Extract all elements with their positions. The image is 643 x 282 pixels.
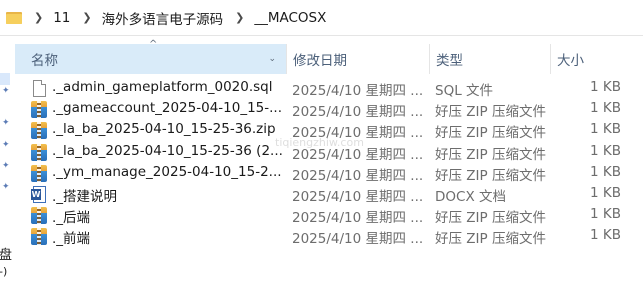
file-list: ._admin_gameplatform_0020.sql 2025/4/10 … <box>15 78 643 248</box>
file-name[interactable]: ._前端 <box>52 227 284 247</box>
file-type: 好压 ZIP 压缩文件 <box>435 231 546 248</box>
file-size: 1 KB <box>590 142 621 159</box>
file-name[interactable]: ._搭建说明 <box>52 185 284 205</box>
breadcrumb-chevron-icon[interactable]: ❯ <box>235 11 244 24</box>
column-header-name-label: 名称 <box>31 53 58 69</box>
pin-icon: ✦ <box>2 182 10 192</box>
word-document-icon <box>31 185 46 203</box>
sql-file-icon <box>33 80 46 97</box>
file-type: 好压 ZIP 压缩文件 <box>435 104 546 121</box>
pin-icon: ✦ <box>2 161 10 171</box>
column-dropdown-chevron-icon[interactable]: ⌄ <box>268 54 276 64</box>
file-type: SQL 文件 <box>435 83 494 99</box>
file-type: 好压 ZIP 压缩文件 <box>435 210 546 227</box>
file-size: 1 KB <box>590 184 621 201</box>
file-row[interactable]: ._ym_manage_2025-04-10_15-2... 2025/4/10… <box>15 163 643 184</box>
file-name[interactable]: ._la_ba_2025-04-10_15-25-36 (2... <box>52 143 284 159</box>
file-row[interactable]: ._前端 2025/4/10 星期四 ... 好压 ZIP 压缩文件 1 KB <box>15 226 643 247</box>
file-type: 好压 ZIP 压缩文件 <box>435 146 546 163</box>
file-name[interactable]: ._la_ba_2025-04-10_15-25-36.zip <box>52 121 284 137</box>
breadcrumb-chevron-icon[interactable]: ❯ <box>34 11 43 24</box>
file-name[interactable]: ._admin_gameplatform_0020.sql <box>52 79 284 95</box>
file-row[interactable]: ._搭建说明 2025/4/10 星期四 ... DOCX 文档 1 KB <box>15 184 643 205</box>
file-size: 1 KB <box>590 227 621 244</box>
zip-archive-icon <box>31 122 47 140</box>
file-name[interactable]: ._ym_manage_2025-04-10_15-2... <box>52 164 284 180</box>
breadcrumb-item-source[interactable]: 海外多语言电子源码 <box>102 8 224 28</box>
pin-icon: ✦ <box>2 86 10 96</box>
file-name[interactable]: ._gameaccount_2025-04-10_15-... <box>52 100 284 116</box>
file-date: 2025/4/10 星期四 ... <box>292 188 424 205</box>
nav-selected-item[interactable] <box>0 73 10 85</box>
navigation-pane[interactable]: ✦ ✦ ✦ ✦ ✦ 盘 -) <box>0 37 15 282</box>
column-header-size[interactable]: 大小 <box>550 44 643 74</box>
nav-drive-label[interactable]: 盘 <box>0 244 12 263</box>
pin-icon: ✦ <box>2 118 10 128</box>
zip-archive-icon <box>31 207 47 225</box>
zip-archive-icon <box>31 101 47 119</box>
file-row[interactable]: ._gameaccount_2025-04-10_15-... 2025/4/1… <box>15 99 643 120</box>
file-date: 2025/4/10 星期四 ... <box>292 210 424 227</box>
file-date: 2025/4/10 星期四 ... <box>292 104 424 121</box>
zip-archive-icon <box>31 164 47 182</box>
file-row[interactable]: ._后端 2025/4/10 星期四 ... 好压 ZIP 压缩文件 1 KB <box>15 205 643 226</box>
column-header-row: ^ 名称 ⌄ 修改日期 类型 大小 <box>15 39 643 74</box>
column-header-date-label: 修改日期 <box>293 53 347 69</box>
file-date: 2025/4/10 星期四 ... <box>292 231 424 248</box>
file-size: 1 KB <box>590 121 621 138</box>
file-size: 1 KB <box>590 206 621 223</box>
file-type: 好压 ZIP 压缩文件 <box>435 167 546 184</box>
address-bar[interactable]: ❯ 11 ❯ 海外多语言电子源码 ❯ __MACOSX <box>0 0 643 36</box>
breadcrumb-item-11[interactable]: 11 <box>53 10 70 26</box>
pin-icon: ✦ <box>2 140 10 150</box>
file-type: DOCX 文档 <box>435 188 506 205</box>
column-header-date[interactable]: 修改日期 <box>286 44 429 74</box>
zip-archive-icon <box>31 228 47 246</box>
file-size: 1 KB <box>590 163 621 180</box>
file-date: 2025/4/10 星期四 ... <box>292 167 424 184</box>
zip-archive-icon <box>31 143 47 161</box>
column-header-type[interactable]: 类型 <box>429 44 550 74</box>
file-date: 2025/4/10 星期四 ... <box>292 83 424 99</box>
column-header-name[interactable]: 名称 ⌄ <box>15 44 286 74</box>
nav-partial-label[interactable]: -) <box>0 265 7 278</box>
folder-icon <box>6 11 22 24</box>
column-header-size-label: 大小 <box>557 53 584 69</box>
file-type: 好压 ZIP 压缩文件 <box>435 125 546 142</box>
file-row[interactable]: ._admin_gameplatform_0020.sql 2025/4/10 … <box>15 78 643 99</box>
column-header-type-label: 类型 <box>436 53 463 69</box>
file-name[interactable]: ._后端 <box>52 206 284 226</box>
watermark-text: tiqiengzhiw.com <box>275 136 364 149</box>
file-size: 1 KB <box>590 100 621 117</box>
file-size: 1 KB <box>590 79 621 95</box>
breadcrumb-chevron-icon[interactable]: ❯ <box>82 11 91 24</box>
breadcrumb-item-macosx[interactable]: __MACOSX <box>254 10 326 26</box>
